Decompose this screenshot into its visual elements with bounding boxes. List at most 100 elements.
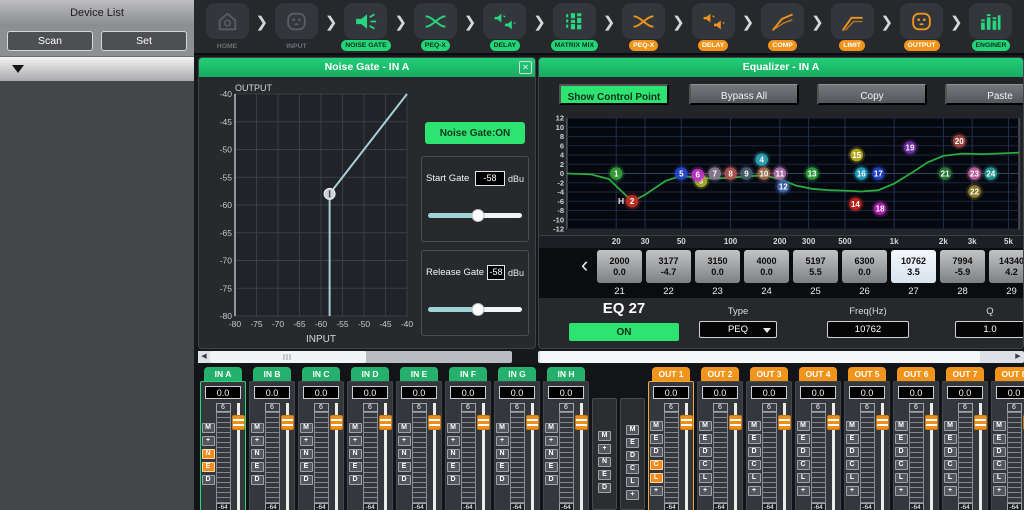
strip-button-+[interactable]: + — [447, 436, 460, 446]
strip-button-l[interactable]: L — [699, 473, 712, 483]
strip-button-m[interactable]: M — [251, 423, 264, 433]
bands-scroll-left-icon[interactable]: ‹ — [581, 254, 588, 276]
strip-button-+[interactable]: + — [699, 486, 712, 496]
eq-point-1[interactable]: 1 — [608, 165, 625, 182]
strip-button-e[interactable]: E — [251, 462, 264, 472]
channel-strip-out-6[interactable]: OUT 60.0MEDCL+6-64 — [893, 367, 939, 510]
channel-strip-out-5[interactable]: OUT 50.0MEDCL+6-64 — [844, 367, 890, 510]
toolbar-item-peq-x[interactable]: PEQ-X — [410, 3, 460, 51]
strip-button-d[interactable]: D — [993, 447, 1006, 457]
strip-button-d[interactable]: D — [748, 447, 761, 457]
toolbar-item-peq-x[interactable]: PEQ-X — [619, 3, 669, 51]
strip-button-d[interactable]: D — [944, 447, 957, 457]
channel-tab[interactable]: OUT 4 — [799, 367, 837, 381]
channel-tab[interactable]: IN F — [449, 367, 487, 381]
toolbar-item-delay[interactable]: DELAY — [688, 3, 738, 51]
strip-button-m[interactable]: M — [993, 421, 1006, 431]
channel-tab[interactable]: OUT 2 — [701, 367, 739, 381]
q-input[interactable]: 1.0 — [955, 321, 1024, 338]
release-gate-input[interactable]: -58 — [487, 265, 505, 280]
gain-value[interactable]: 0.0 — [401, 386, 437, 399]
strip-button-l[interactable]: L — [895, 473, 908, 483]
strip-button-c[interactable]: C — [944, 460, 957, 470]
gain-value[interactable]: 0.0 — [653, 386, 689, 399]
eq-point-18[interactable]: 18 — [872, 200, 889, 217]
gain-value[interactable]: 0.0 — [548, 386, 584, 399]
eq-point-20[interactable]: 20 — [951, 133, 968, 150]
strip-button-m[interactable]: M — [447, 423, 460, 433]
gain-value[interactable]: 0.0 — [898, 386, 934, 399]
noise-gate-graph[interactable]: -40-45-50-55-60-65-70-75-80-80-75-70-65-… — [207, 82, 419, 346]
fader-handle[interactable] — [974, 415, 987, 430]
strip-button-m[interactable]: M — [699, 421, 712, 431]
channel-strip-out-2[interactable]: OUT 20.0MEDCL+6-64 — [697, 367, 743, 510]
scroll-right-arrow-icon[interactable]: ▶ — [1012, 351, 1024, 363]
strip-button-c[interactable]: C — [748, 460, 761, 470]
strip-button-d[interactable]: D — [349, 475, 362, 485]
strip-button-+[interactable]: + — [496, 436, 509, 446]
gain-value[interactable]: 0.0 — [702, 386, 738, 399]
fader-handle[interactable] — [330, 415, 343, 430]
strip-button-+[interactable]: + — [846, 486, 859, 496]
toolbar-item-home[interactable]: HOME — [202, 3, 252, 50]
channel-tab[interactable]: IN D — [351, 367, 389, 381]
eq-point-7[interactable]: 7 — [706, 165, 723, 182]
close-icon[interactable]: ✕ — [519, 61, 532, 74]
noise-gate-power-button[interactable]: Noise Gate:ON — [425, 122, 525, 144]
toolbar-item-matrix-mix[interactable]: MATRIX MIX — [549, 3, 599, 51]
channel-strip-in-d[interactable]: IN D0.0M+NED6-64 — [347, 367, 393, 510]
fader[interactable] — [974, 403, 987, 510]
gain-value[interactable]: 0.0 — [751, 386, 787, 399]
fader-handle[interactable] — [778, 415, 791, 430]
release-gate-slider[interactable] — [428, 302, 522, 316]
slider-thumb[interactable] — [471, 209, 484, 222]
channel-tab[interactable]: IN A — [204, 367, 242, 381]
strip-button-+[interactable]: + — [626, 490, 639, 500]
freq-input[interactable]: 10762 — [827, 321, 909, 338]
gain-value[interactable]: 0.0 — [499, 386, 535, 399]
fader[interactable] — [729, 403, 742, 510]
strip-button-+[interactable]: + — [944, 486, 957, 496]
noise-gate-titlebar[interactable]: Noise Gate - IN A ✕ — [199, 58, 535, 77]
fader-handle[interactable] — [232, 415, 245, 430]
master-strip-2[interactable]: MEDCL+ — [620, 398, 645, 510]
channel-strip-out-8[interactable]: OUT 80.0MEDCL+6-64 — [991, 367, 1024, 510]
strip-button-e[interactable]: E — [846, 434, 859, 444]
channel-tab[interactable]: OUT 5 — [848, 367, 886, 381]
strip-button-+[interactable]: + — [797, 486, 810, 496]
gate-horizontal-scrollbar[interactable]: ◀ — [198, 351, 512, 363]
strip-button-d[interactable]: D — [797, 447, 810, 457]
start-gate-slider[interactable] — [428, 208, 522, 222]
fader[interactable] — [428, 403, 441, 510]
channel-tab[interactable]: IN G — [498, 367, 536, 381]
strip-button-+[interactable]: + — [251, 436, 264, 446]
channel-strip-in-h[interactable]: IN H0.0M+NED6-64 — [543, 367, 589, 510]
strip-button-e[interactable]: E — [349, 462, 362, 472]
strip-button-+[interactable]: + — [202, 436, 215, 446]
strip-button-d[interactable]: D — [699, 447, 712, 457]
channel-tab[interactable]: OUT 7 — [946, 367, 984, 381]
paste-button[interactable]: Paste — [945, 84, 1024, 105]
channel-strip-in-g[interactable]: IN G0.0M+NED6-64 — [494, 367, 540, 510]
strip-button-c[interactable]: C — [699, 460, 712, 470]
strip-button-c[interactable]: C — [895, 460, 908, 470]
channel-strip-out-3[interactable]: OUT 30.0MEDCL+6-64 — [746, 367, 792, 510]
eq-point-15[interactable]: 15 — [848, 147, 865, 164]
fader[interactable] — [379, 403, 392, 510]
copy-button[interactable]: Copy — [817, 84, 927, 105]
eq-point-6[interactable]: 6 — [689, 166, 706, 183]
gain-value[interactable]: 0.0 — [849, 386, 885, 399]
strip-button-e[interactable]: E — [944, 434, 957, 444]
strip-button-n[interactable]: N — [496, 449, 509, 459]
strip-button-e[interactable]: E — [300, 462, 313, 472]
eq-band-28[interactable]: 7994-5.928 — [940, 250, 985, 297]
eq-point-12[interactable]: 12 — [775, 178, 792, 195]
strip-button-+[interactable]: + — [598, 444, 611, 454]
eq-point-8[interactable]: 8 — [722, 165, 739, 182]
strip-button-m[interactable]: M — [598, 431, 611, 441]
strip-button-e[interactable]: E — [202, 462, 215, 472]
strip-button-d[interactable]: D — [650, 447, 663, 457]
strip-button-c[interactable]: C — [650, 460, 663, 470]
channel-strip-in-c[interactable]: IN C0.0M+NED6-64 — [298, 367, 344, 510]
eq-point-21[interactable]: 21 — [937, 165, 954, 182]
